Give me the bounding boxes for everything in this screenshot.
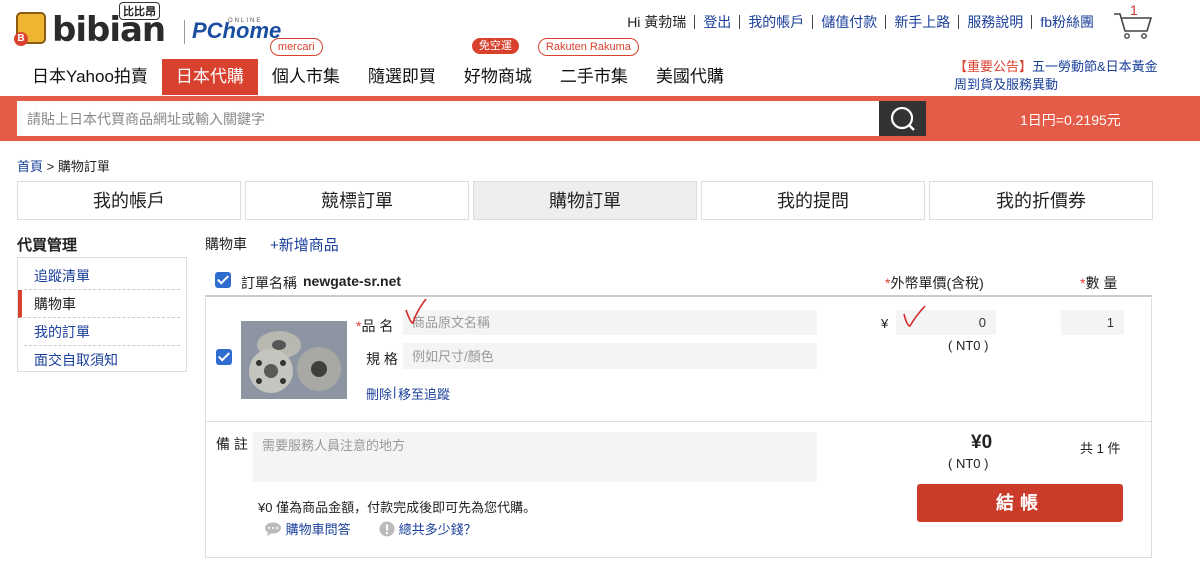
total-jpy: ¥0 [971, 432, 993, 453]
bibian-pchome-logo[interactable]: B bibian 比比昂 PChome ONLINE [14, 2, 281, 50]
disclaimer-text: ¥0 僅為商品金額，付款完成後即可先為您代購。 [258, 500, 537, 515]
qty-column-label: 數 量 [1085, 275, 1118, 291]
order-name-label: 訂單名稱 [241, 275, 297, 291]
item-spec-label: 規 格 [366, 351, 398, 367]
sidebar-item-cart[interactable]: 購物車 [18, 290, 180, 318]
tab-us-purchase[interactable]: 美國代購 [642, 59, 738, 95]
item-checkbox[interactable] [216, 349, 232, 365]
price-column-header: *外幣單價(含稅) [885, 275, 984, 291]
pchome-online: ONLINE [228, 18, 263, 24]
exchange-rate: 1日円=0.2195元 [1020, 112, 1121, 128]
cart-item-row: *品 名 規 格 刪除 | 移至追蹤 ¥ 0 ( NT0 ) 1 [205, 298, 1152, 422]
tab-my-account[interactable]: 我的帳戶 [17, 181, 241, 220]
greeting: Hi 黃勃瑞 [619, 15, 696, 29]
unit-price-ntd: ( NT0 ) [948, 338, 989, 353]
total-cost-link[interactable]: 總共多少錢？ [399, 522, 477, 537]
logo-box-icon: B [14, 12, 46, 46]
fb-fan-page-link[interactable]: fb粉絲團 [1032, 15, 1102, 29]
tab-secondhand-market[interactable]: Rakuten Rakuma 二手市集 [537, 38, 642, 95]
tab-instant-buy[interactable]: 隨選即買 [354, 59, 450, 95]
deposit-link[interactable]: 儲值付款 [813, 15, 887, 29]
free-shipping-tag: 免空運 [471, 38, 519, 54]
sidebar-item-watchlist[interactable]: 追蹤清單 [24, 262, 180, 290]
sidebar-title: 代買管理 [17, 237, 78, 254]
product-image-icon [241, 321, 347, 399]
order-select-all-checkbox[interactable] [215, 272, 231, 288]
item-name-label: *品 名 [356, 318, 394, 334]
faq-link-wrap[interactable]: 購物車問答 [264, 519, 351, 538]
tab-my-questions[interactable]: 我的提問 [701, 181, 925, 220]
tab-label: 日本Yahoo拍賣 [32, 67, 148, 86]
rakuma-tag: Rakuten Rakuma [537, 38, 639, 56]
account-tabs: 我的帳戶 競標訂單 購物訂單 我的提問 我的折價券 [17, 181, 1157, 220]
top-links: Hi 黃勃瑞 登出 我的帳戶 儲值付款 新手上路 服務說明 fb粉絲團 [619, 15, 1102, 29]
item-name-label-text: 品 名 [361, 318, 394, 334]
delete-item-link[interactable]: 刪除 [366, 384, 392, 403]
link-separator: | [393, 384, 397, 399]
red-checkmark-annotation [405, 298, 427, 324]
tab-label: 隨選即買 [367, 67, 436, 86]
beginner-guide-link[interactable]: 新手上路 [886, 15, 960, 29]
order-header: 訂單名稱 newgate-sr.net *外幣單價(含稅) *數 量 [205, 266, 1152, 297]
sidebar-item-my-orders[interactable]: 我的訂單 [24, 318, 180, 346]
tab-goods-mall[interactable]: 免空運 好物商城 [450, 38, 546, 95]
move-to-watchlist-link[interactable]: 移至追蹤 [398, 384, 450, 403]
breadcrumb: 首頁 > 購物訂單 [17, 156, 110, 175]
cart-title: 購物車 [205, 236, 247, 252]
info-icon [379, 521, 395, 537]
breadcrumb-current: 購物訂單 [57, 159, 110, 174]
notice-tag: 【重要公告】 [954, 59, 1033, 74]
tab-shopping-orders[interactable]: 購物訂單 [473, 181, 697, 220]
sidebar: 追蹤清單 購物車 我的訂單 面交自取須知 [17, 257, 187, 372]
important-notice[interactable]: 【重要公告】五一勞動節&日本黃金周到貨及服務異動 [954, 58, 1164, 94]
tab-label: 好物商城 [463, 67, 532, 86]
cost-link-wrap[interactable]: 總共多少錢？ [379, 519, 477, 538]
item-spec-input[interactable] [403, 343, 817, 369]
tab-my-coupons[interactable]: 我的折價券 [929, 181, 1153, 220]
tab-label: 日本代購 [175, 67, 244, 86]
sidebar-item-pickup-notes[interactable]: 面交自取須知 [24, 346, 180, 374]
price-column-label: 外幣單價(含稅) [890, 275, 984, 291]
chat-bubble-icon [265, 522, 281, 536]
service-info-link[interactable]: 服務說明 [959, 15, 1033, 29]
search-icon [890, 106, 915, 131]
order-name: newgate-sr.net [303, 273, 402, 289]
breadcrumb-separator: > [46, 159, 55, 174]
tab-label: 二手市集 [559, 67, 628, 86]
tab-label: 美國代購 [655, 67, 724, 86]
mercari-tag: mercari [269, 38, 323, 56]
tab-label: 個人市集 [271, 67, 340, 86]
search-button[interactable] [879, 101, 926, 136]
search-bar: 1日円=0.2195元 [0, 96, 1200, 141]
breadcrumb-home-link[interactable]: 首頁 [17, 159, 43, 174]
tab-japan-purchase[interactable]: 日本代購 [161, 59, 258, 95]
total-item-count: 共 1 件 [1080, 441, 1121, 456]
logo-divider [184, 20, 185, 44]
main-nav: 日本Yahoo拍賣 日本代購 mercari 個人市集 隨選即買 免空運 好物商… [18, 38, 738, 95]
note-input[interactable] [253, 432, 817, 482]
checkout-button[interactable]: 結帳 [917, 484, 1123, 522]
logo-sub: 比比昂 [119, 2, 160, 20]
quantity-input[interactable]: 1 [1061, 310, 1124, 335]
total-ntd: ( NT0 ) [948, 456, 989, 471]
my-account-link[interactable]: 我的帳戶 [740, 15, 814, 29]
logout-link[interactable]: 登出 [695, 15, 741, 29]
qty-column-header: *數 量 [1080, 275, 1118, 291]
cart-button[interactable]: 1 [1112, 2, 1154, 40]
tab-yahoo-auction[interactable]: 日本Yahoo拍賣 [18, 59, 162, 95]
product-thumbnail[interactable] [241, 321, 347, 399]
cart-count: 1 [1130, 2, 1138, 18]
red-checkmark-annotation [903, 305, 926, 327]
tab-personal-market[interactable]: mercari 個人市集 [258, 38, 354, 95]
item-name-input[interactable] [403, 310, 817, 335]
search-input[interactable] [17, 101, 879, 136]
note-label: 備 註 [216, 436, 248, 452]
tab-auction-orders[interactable]: 競標訂單 [245, 181, 469, 220]
currency-symbol: ¥ [881, 316, 889, 331]
add-item-link[interactable]: +新增商品 [270, 234, 339, 255]
cart-faq-link[interactable]: 購物車問答 [286, 522, 351, 537]
